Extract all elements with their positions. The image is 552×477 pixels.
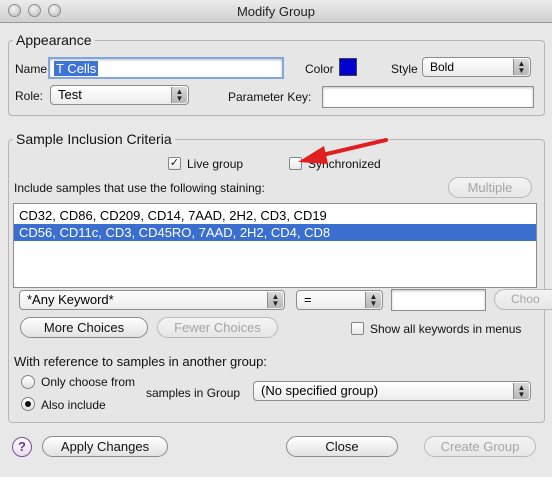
role-select-value: Test [58, 87, 82, 102]
operator-select-value: = [304, 292, 312, 307]
only-choose-label: Only choose from [41, 375, 136, 389]
more-choices-button[interactable]: More Choices [20, 317, 148, 338]
live-group-label: Live group [187, 157, 244, 171]
updown-arrows-icon: ▲ ▼ [513, 383, 529, 399]
show-all-keywords-checkbox[interactable] [351, 322, 364, 335]
style-label: Style [391, 62, 418, 76]
name-label: Name [15, 62, 48, 76]
parameter-key-input[interactable] [322, 86, 534, 108]
color-swatch[interactable] [339, 58, 357, 76]
updown-arrows-icon: ▲ ▼ [171, 87, 187, 103]
style-select-value: Bold [430, 60, 455, 74]
multiple-button[interactable]: Multiple [448, 177, 532, 198]
radio-dot-icon [25, 401, 31, 407]
style-select[interactable]: Bold ▲ ▼ [422, 57, 531, 77]
show-all-keywords-label: Show all keywords in menus [370, 322, 522, 336]
keyword-select[interactable]: *Any Keyword* ▲ ▼ [19, 290, 285, 310]
group-select[interactable]: (No specified group) ▲ ▼ [253, 381, 531, 401]
updown-arrows-icon: ▲ ▼ [267, 292, 283, 308]
close-button[interactable]: Close [286, 436, 398, 457]
operator-select[interactable]: = ▲ ▼ [296, 290, 383, 310]
staining-label: Include samples that use the following s… [14, 181, 265, 195]
keyword-value-input[interactable] [391, 289, 486, 311]
only-choose-radio[interactable] [21, 375, 35, 389]
choose-button[interactable]: Choo [494, 289, 552, 310]
help-icon: ? [18, 439, 26, 454]
annotation-arrow-icon [298, 138, 388, 164]
parameter-key-label: Parameter Key: [228, 90, 312, 104]
keyword-select-value: *Any Keyword* [27, 292, 114, 307]
name-input-value: T Cells [54, 61, 99, 76]
list-item[interactable]: CD56, CD11c, CD3, CD45RO, 7AAD, 2H2, CD4… [14, 224, 536, 241]
updown-arrows-icon: ▲ ▼ [513, 59, 529, 75]
name-input[interactable]: T Cells [48, 57, 284, 79]
create-group-button[interactable]: Create Group [424, 436, 536, 457]
title-bar: Modify Group [0, 0, 552, 23]
also-include-radio[interactable] [21, 397, 35, 411]
group-select-value: (No specified group) [261, 383, 379, 398]
also-include-label: Also include [41, 398, 106, 412]
list-item[interactable]: CD32, CD86, CD209, CD14, 7AAD, 2H2, CD3,… [14, 207, 536, 224]
fewer-choices-button[interactable]: Fewer Choices [157, 317, 278, 338]
color-label: Color [305, 62, 334, 76]
apply-changes-button[interactable]: Apply Changes [42, 436, 168, 457]
window-title: Modify Group [236, 4, 316, 19]
staining-list[interactable]: CD32, CD86, CD209, CD14, 7AAD, 2H2, CD3,… [13, 203, 537, 288]
live-group-checkbox[interactable]: ✓ [168, 157, 181, 170]
updown-arrows-icon: ▲ ▼ [365, 292, 381, 308]
appearance-legend: Appearance [13, 32, 95, 48]
reference-label: With reference to samples in another gro… [14, 354, 267, 369]
help-button[interactable]: ? [12, 437, 32, 457]
role-label: Role: [15, 89, 44, 103]
criteria-legend: Sample Inclusion Criteria [13, 131, 175, 147]
role-select[interactable]: Test ▲ ▼ [50, 85, 189, 105]
samples-in-group-label: samples in Group [146, 386, 241, 400]
